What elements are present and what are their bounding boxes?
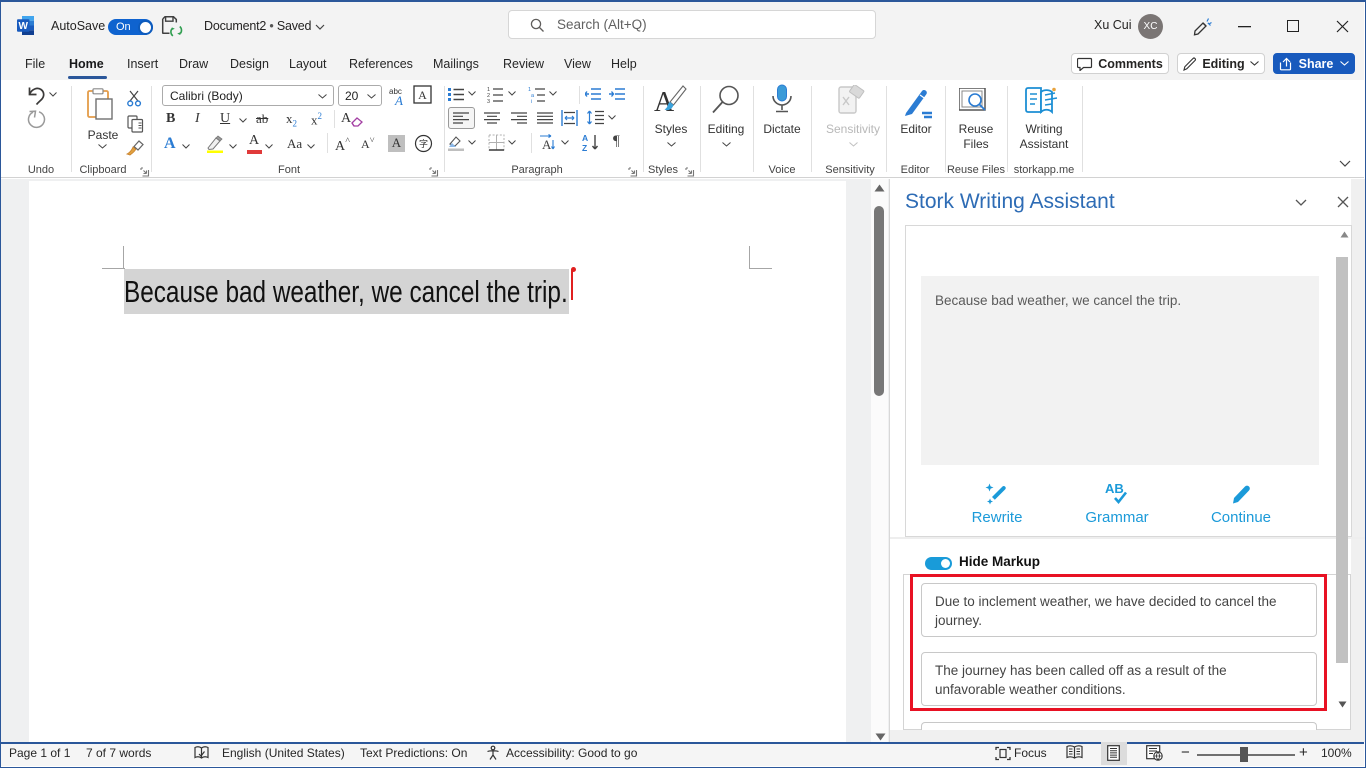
svg-text:AB: AB: [1105, 481, 1124, 496]
svg-text:A: A: [394, 93, 403, 106]
svg-text:字: 字: [419, 138, 428, 149]
svg-text:A: A: [418, 88, 427, 102]
svg-text:Z: Z: [582, 143, 587, 152]
svg-text:3: 3: [487, 99, 490, 103]
svg-text:A: A: [582, 133, 588, 143]
svg-text:i: i: [531, 99, 532, 103]
svg-text:A: A: [542, 137, 552, 152]
svg-text:W: W: [19, 21, 29, 32]
